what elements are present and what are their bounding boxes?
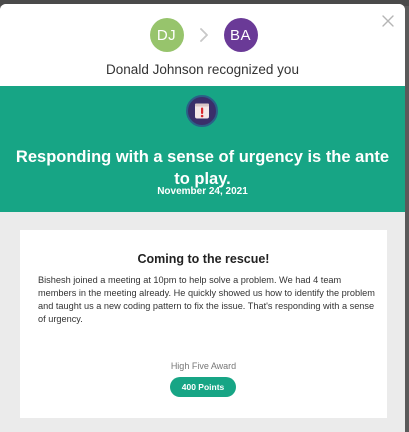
avatar-row: DJ BA (0, 18, 405, 52)
message-card: Coming to the rescue! Bishesh joined a m… (20, 230, 387, 418)
recognized-text: recognized you (207, 62, 299, 77)
value-banner: Responding with a sense of urgency is th… (0, 86, 405, 212)
card-title: Coming to the rescue! (137, 252, 270, 266)
recognized-line: Donald Johnson recognized you (0, 62, 405, 77)
receiver-avatar[interactable]: BA (223, 18, 258, 52)
giver-name[interactable]: Donald Johnson (106, 62, 204, 77)
recognition-modal: DJ BA Donald Johnson recognized you Resp… (0, 4, 405, 432)
exclamation-badge-icon (186, 95, 218, 127)
card-message: Bishesh joined a meeting at 10pm to help… (38, 275, 375, 324)
giver-avatar[interactable]: DJ (149, 18, 184, 52)
chevron-right-icon (184, 18, 224, 52)
award-label: High Five Award (170, 361, 237, 371)
recognition-date: November 24, 2021 (157, 186, 248, 197)
modal-header: DJ BA Donald Johnson recognized you (0, 4, 405, 86)
points-badge: 400 Points (170, 377, 236, 397)
value-title: Responding with a sense of urgency is th… (15, 148, 390, 188)
